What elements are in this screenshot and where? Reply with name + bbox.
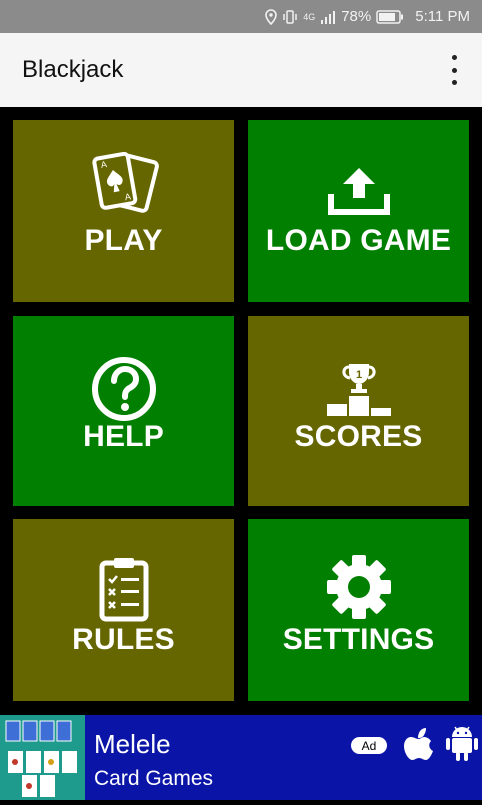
ad-banner[interactable]: Melele Card Games Ad	[0, 715, 482, 800]
rules-tile[interactable]: RULES	[13, 519, 234, 701]
rules-label: RULES	[72, 623, 175, 656]
play-label: PLAY	[84, 224, 163, 257]
signal-icon	[320, 10, 336, 24]
ad-app-icon	[0, 715, 85, 800]
ad-subtitle: Card Games	[94, 767, 214, 790]
battery-percent: 78%	[341, 8, 372, 25]
load-game-label: LOAD GAME	[265, 224, 452, 257]
play-tile[interactable]: A A PLAY	[13, 120, 234, 302]
upload-icon	[248, 164, 469, 216]
scores-tile[interactable]: 1 SCORES	[248, 316, 469, 506]
battery-icon	[376, 9, 404, 24]
clipboard-checklist-icon	[13, 555, 234, 623]
trophy-podium-icon: 1	[248, 360, 469, 418]
ad-title: Melele	[94, 729, 171, 759]
android-icon	[446, 724, 478, 767]
apple-icon	[403, 727, 435, 766]
app-title: Blackjack	[22, 56, 124, 83]
svg-text:1: 1	[355, 369, 361, 381]
question-icon	[13, 356, 234, 422]
help-tile[interactable]: HELP	[13, 316, 234, 506]
location-icon	[265, 8, 278, 25]
settings-label: SETTINGS	[282, 623, 435, 656]
vibrate-icon	[282, 9, 298, 25]
help-label: HELP	[83, 420, 164, 453]
app-bar: Blackjack	[0, 33, 482, 107]
status-bar: 4G 78% 5:11 PM	[0, 0, 482, 33]
overflow-menu-icon[interactable]	[444, 55, 464, 85]
scores-label: SCORES	[294, 420, 423, 453]
ad-badge: Ad	[351, 737, 387, 754]
clock: 5:11 PM	[415, 8, 470, 25]
gear-icon	[248, 553, 469, 621]
settings-tile[interactable]: SETTINGS	[248, 519, 469, 701]
status-icons: 4G 78% 5:11 PM	[265, 8, 470, 25]
load-game-tile[interactable]: LOAD GAME	[248, 120, 469, 302]
cards-icon: A A	[13, 152, 234, 216]
network-type-label: 4G	[303, 11, 316, 22]
